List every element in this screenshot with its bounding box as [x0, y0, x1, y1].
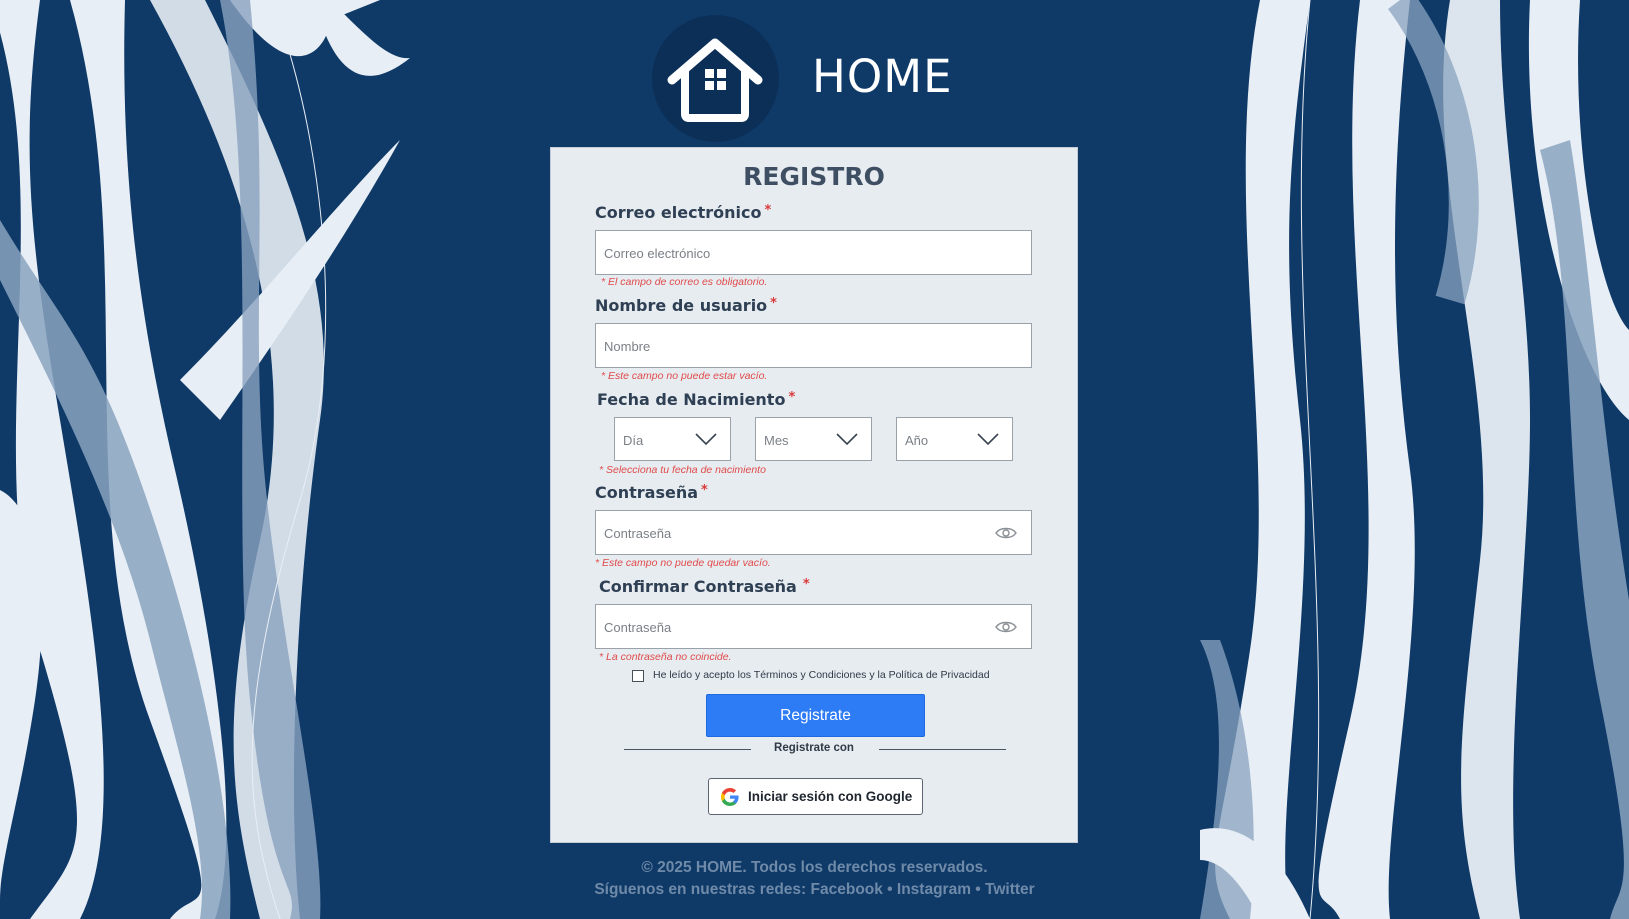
google-icon — [721, 788, 739, 806]
email-placeholder: Correo electrónico — [604, 246, 711, 261]
page-background: HOME REGISTRO Correo electrónico * Correo… — [0, 0, 1629, 919]
username-label-text: Nombre de usuario — [595, 296, 768, 315]
eye-icon[interactable] — [995, 618, 1017, 636]
year-placeholder: Año — [905, 433, 929, 448]
required-mark: * — [701, 483, 708, 498]
footer-copyright: © 2025 HOME. Todos los derechos reservad… — [641, 859, 988, 876]
username-error: * Este campo no puede estar vacío. — [601, 370, 768, 382]
confirm-password-field[interactable]: Contraseña — [595, 604, 1032, 649]
confirm-password-label: Confirmar Contraseña * — [599, 577, 810, 596]
confirm-password-label-text: Confirmar Contraseña — [599, 577, 797, 596]
confirm-password-error: * La contraseña no coincide. — [599, 651, 732, 663]
logo-circle — [652, 15, 779, 142]
decorative-waves-right — [1200, 0, 1629, 919]
email-error: * El campo de correo es obligatorio. — [601, 276, 768, 288]
chevron-down-icon — [836, 433, 858, 446]
chevron-down-icon — [695, 433, 717, 446]
form-title: REGISTRO — [743, 162, 885, 191]
day-placeholder: Día — [623, 433, 644, 448]
terms-text: He leído y acepto los Términos y Condici… — [653, 669, 990, 681]
password-field[interactable]: Contraseña — [595, 510, 1032, 555]
username-label: Nombre de usuario * — [595, 296, 777, 315]
footer-social: Síguenos en nuestras redes: Facebook • I… — [594, 881, 1035, 898]
day-select[interactable]: Día — [614, 417, 731, 461]
month-placeholder: Mes — [764, 433, 789, 448]
decorative-waves-left — [0, 0, 410, 919]
month-select[interactable]: Mes — [755, 417, 872, 461]
google-signin-button[interactable]: Iniciar sesión con Google — [708, 778, 923, 815]
birthdate-label-text: Fecha de Nacimiento — [597, 390, 786, 409]
email-field[interactable]: Correo electrónico — [595, 230, 1032, 275]
register-button[interactable]: Registrate — [706, 694, 925, 737]
username-field[interactable]: Nombre — [595, 323, 1032, 368]
password-placeholder: Contraseña — [604, 526, 672, 541]
registration-card: REGISTRO Correo electrónico * Correo elec… — [550, 147, 1078, 843]
divider-label: Registrate con — [774, 742, 854, 754]
birthdate-label: Fecha de Nacimiento * — [597, 390, 795, 409]
brand-name: HOME — [812, 50, 953, 103]
year-select[interactable]: Año — [896, 417, 1013, 461]
required-mark: * — [802, 577, 810, 592]
required-mark: * — [764, 203, 772, 218]
email-label-text: Correo electrónico — [595, 203, 762, 222]
eye-icon[interactable] — [995, 524, 1017, 542]
email-label: Correo electrónico * — [595, 203, 771, 222]
confirm-password-placeholder: Contraseña — [604, 620, 672, 635]
password-error: * Este campo no puede quedar vacío. — [595, 557, 771, 569]
required-mark: * — [788, 390, 796, 405]
username-placeholder: Nombre — [604, 339, 651, 354]
terms-checkbox[interactable] — [632, 670, 644, 682]
house-icon — [667, 38, 763, 122]
required-mark: * — [770, 296, 777, 311]
chevron-down-icon — [977, 433, 999, 446]
password-label: Contraseña * — [595, 483, 708, 502]
password-label-text: Contraseña — [595, 483, 699, 502]
google-signin-label: Iniciar sesión con Google — [748, 789, 913, 804]
birthdate-error: * Selecciona tu fecha de nacimiento — [599, 464, 766, 476]
